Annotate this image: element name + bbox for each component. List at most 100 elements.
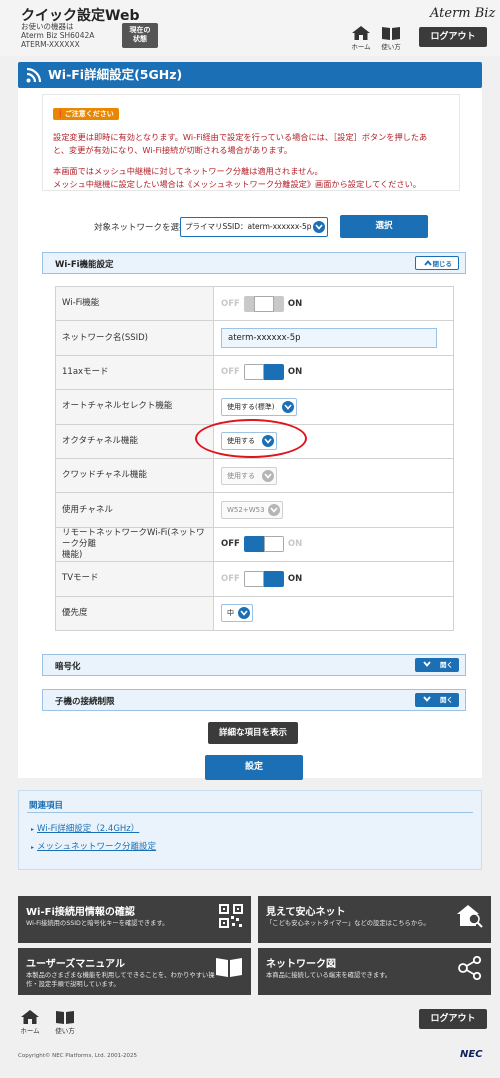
tile-users-manual[interactable]: ユーザーズマニュアル 本製品のさまざまな機能を利用してできることを、わかりやすい… bbox=[18, 948, 251, 995]
client-limit-open-button[interactable]: 開く bbox=[415, 693, 459, 707]
wifi-function-toggle[interactable]: OFF ON bbox=[221, 295, 303, 312]
chevron-down-icon bbox=[238, 607, 250, 620]
tile-title: ユーザーズマニュアル bbox=[26, 959, 125, 970]
priority-value: 中 bbox=[227, 609, 234, 618]
brand-logo: Aterm Biz bbox=[430, 6, 496, 21]
device-label: お使いの機器は bbox=[21, 22, 74, 31]
book-icon bbox=[382, 27, 400, 40]
tile-network-map[interactable]: ネットワーク図 本商品に接続している端末を確認できます。 bbox=[258, 948, 491, 995]
row-label-quad-channel: クワッドチャネル機能 bbox=[55, 457, 214, 494]
footer-help-button[interactable]: 使い方 bbox=[54, 1010, 76, 1035]
tile-wifi-connection-info[interactable]: Wi-Fi接続用情報の確認 Wi-Fi接続用のSSIDと暗号化キーを確認できます… bbox=[18, 896, 251, 943]
table-row: 使用チャネル W52+W53 bbox=[55, 492, 454, 528]
related-divider bbox=[27, 812, 473, 813]
home-icon bbox=[352, 26, 370, 40]
tile-mieru-anshin-net[interactable]: 見えて安心ネット 「こども安心ネットタイマー」などの設定はこちらから。 bbox=[258, 896, 491, 943]
related-link-mesh-isolation[interactable]: ▸ メッシュネットワーク分離設定 bbox=[31, 840, 156, 852]
book-icon bbox=[56, 1011, 74, 1024]
tile-title: 見えて安心ネット bbox=[266, 907, 346, 918]
chevron-down-icon bbox=[268, 504, 280, 517]
network-select-row: 対象ネットワークを選択 プライマリSSID：aterm-xxxxxx-5p 選択 bbox=[18, 215, 482, 239]
toggle-off-label: OFF bbox=[221, 367, 240, 378]
chevron-down-icon bbox=[262, 469, 274, 482]
row-label-auto-channel: オートチャネルセレクト機能 bbox=[55, 389, 214, 425]
encryption-open-button[interactable]: 開く bbox=[415, 658, 459, 672]
footer-logout-button[interactable]: ログアウト bbox=[419, 1009, 487, 1029]
related-link-text: Wi-Fi詳細設定（2.4GHz） bbox=[37, 824, 140, 834]
remote-network-toggle[interactable]: OFF ON bbox=[221, 536, 303, 553]
help-label: 使い方 bbox=[55, 1027, 75, 1035]
toggle-on-label: ON bbox=[287, 298, 303, 309]
toggle-off-label: OFF bbox=[221, 539, 240, 550]
device-model: Aterm Biz SH6042A bbox=[21, 31, 95, 40]
table-row: 優先度 中 bbox=[55, 595, 454, 631]
encryption-section-header[interactable]: 暗号化 開く bbox=[42, 654, 466, 676]
table-row: 11axモード OFF ON bbox=[55, 354, 454, 391]
table-row: Wi-Fi機能 OFF ON bbox=[55, 285, 454, 322]
house-search-icon bbox=[457, 905, 483, 928]
tv-mode-toggle[interactable]: OFF ON bbox=[221, 570, 303, 587]
row-label-ssid: ネットワーク名(SSID) bbox=[55, 320, 214, 356]
notice-line3: 本画面ではメッシュ中継機に対してネットワーク分離は適用されません。 bbox=[53, 166, 323, 176]
page-title: Wi-Fi詳細設定(5GHz) bbox=[48, 67, 183, 82]
row-label-wifi-function: Wi-Fi機能 bbox=[55, 285, 214, 322]
home-button[interactable]: ホーム bbox=[350, 26, 372, 51]
auto-channel-select[interactable]: 使用する(標準) bbox=[221, 397, 297, 416]
notice-text: 設定変更は即時に有効となります。Wi-Fi経由で設定を行っている場合には、［設定… bbox=[53, 131, 455, 191]
logout-button[interactable]: ログアウト bbox=[419, 27, 487, 47]
notice-line4: メッシュ中継機に設定したい場合は《メッシュネットワーク分離設定》画面から設定して… bbox=[53, 179, 421, 189]
remote-network-label-line2: 機能) bbox=[62, 549, 83, 560]
footer-home-button[interactable]: ホーム bbox=[19, 1010, 41, 1035]
chevron-down-icon bbox=[423, 696, 431, 702]
table-row: TVモード OFF ON bbox=[55, 561, 454, 597]
network-select[interactable]: プライマリSSID：aterm-xxxxxx-5p bbox=[180, 217, 328, 237]
help-label: 使い方 bbox=[381, 43, 401, 51]
toggle-on-label: ON bbox=[287, 539, 303, 550]
auto-channel-value: 使用する(標準) bbox=[227, 402, 275, 411]
notice-box: ❗ご注意ください 設定変更は即時に有効となります。Wi-Fi経由で設定を行ってい… bbox=[42, 94, 460, 191]
channel-value: W52+W53 bbox=[227, 506, 265, 515]
wifi-section-close-button[interactable]: 閉じる bbox=[415, 256, 459, 270]
related-link-wifi-2-4ghz[interactable]: ▸ Wi-Fi詳細設定（2.4GHz） bbox=[31, 822, 139, 834]
priority-select[interactable]: 中 bbox=[221, 604, 253, 623]
wifi-icon bbox=[26, 67, 42, 83]
notice-badge-text: ご注意ください bbox=[64, 110, 114, 118]
tile-desc: 本商品に接続している端末を確認できます。 bbox=[266, 972, 392, 979]
device-info: お使いの機器は Aterm Biz SH6042A ATERM-XXXXXX bbox=[21, 22, 94, 49]
header: クイック設定Web お使いの機器は Aterm Biz SH6042A ATER… bbox=[0, 0, 500, 56]
chevron-up-icon bbox=[424, 260, 432, 266]
chevron-down-icon bbox=[313, 221, 325, 233]
notice-badge: ❗ご注意ください bbox=[53, 108, 119, 120]
toggle-off-label: OFF bbox=[221, 573, 240, 584]
copyright: Copyright© NEC Platforms, Ltd. 2001-2025 bbox=[18, 1053, 138, 1059]
tile-desc: 「こども安心ネットタイマー」などの設定はこちらから。 bbox=[266, 920, 430, 927]
select-button[interactable]: 選択 bbox=[340, 215, 428, 238]
wifi-section-header: Wi-Fi機能設定 閉じる bbox=[42, 252, 466, 274]
row-label-octa-channel: オクタチャネル機能 bbox=[55, 423, 214, 459]
home-icon bbox=[21, 1010, 39, 1024]
table-row: ネットワーク名(SSID) aterm-xxxxxx-5p bbox=[55, 320, 454, 356]
show-details-button[interactable]: 詳細な項目を表示 bbox=[208, 722, 298, 744]
toggle-on-label: ON bbox=[287, 573, 303, 584]
client-limit-section-title: 子機の接続制限 bbox=[55, 697, 115, 707]
wifi-settings-table: Wi-Fi機能 OFF ON ネットワーク名(SSID) aterm-xxxxx… bbox=[55, 285, 454, 631]
quad-channel-value: 使用する bbox=[227, 471, 255, 480]
warning-icon: ❗ bbox=[56, 110, 65, 118]
encryption-section-title: 暗号化 bbox=[55, 662, 81, 672]
related-link-text: メッシュネットワーク分離設定 bbox=[37, 842, 157, 852]
ssid-input[interactable]: aterm-xxxxxx-5p bbox=[221, 328, 437, 349]
11ax-mode-toggle[interactable]: OFF ON bbox=[221, 364, 303, 381]
row-label-tv-mode: TVモード bbox=[55, 561, 214, 597]
page-title-bar: Wi-Fi詳細設定(5GHz) bbox=[18, 62, 482, 88]
client-limit-section-header[interactable]: 子機の接続制限 開く bbox=[42, 689, 466, 711]
current-status-button[interactable]: 現在の 状態 bbox=[122, 23, 158, 48]
row-label-11ax-mode: 11axモード bbox=[55, 354, 214, 391]
book-icon bbox=[216, 958, 242, 977]
tile-title: Wi-Fi接続用情報の確認 bbox=[26, 907, 135, 918]
help-button[interactable]: 使い方 bbox=[380, 26, 402, 51]
apply-button[interactable]: 設定 bbox=[205, 755, 303, 780]
open-label: 開く bbox=[440, 661, 453, 669]
toggle-on-label: ON bbox=[287, 367, 303, 378]
chevron-down-icon bbox=[423, 661, 431, 667]
quad-channel-select: 使用する bbox=[221, 466, 277, 485]
